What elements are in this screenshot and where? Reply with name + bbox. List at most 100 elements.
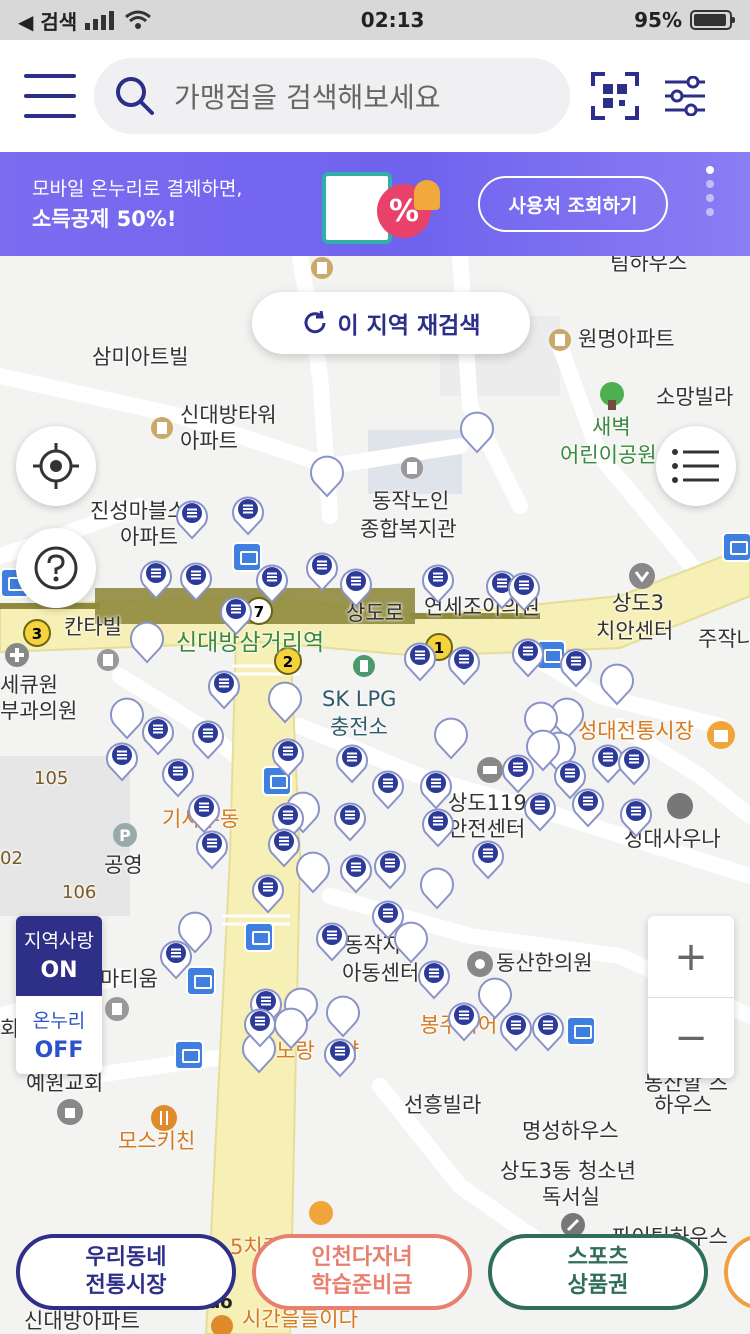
merchant-marker[interactable] <box>498 1008 534 1052</box>
map-label: 주작나 <box>698 627 750 651</box>
banner-pagination <box>706 166 714 216</box>
chip-sports-voucher[interactable]: 스포츠 상품권 <box>488 1234 708 1310</box>
onnuri-off[interactable]: 온누리 OFF <box>16 996 102 1074</box>
merchant-marker[interactable] <box>254 560 290 604</box>
merchant-marker[interactable] <box>140 712 176 756</box>
rescan-area-button[interactable]: 이 지역 재검색 <box>252 292 530 354</box>
merchant-marker[interactable] <box>402 638 438 682</box>
merchant-marker[interactable] <box>370 766 406 810</box>
merchant-marker[interactable] <box>338 564 374 608</box>
list-view-button[interactable] <box>656 426 736 506</box>
merchant-marker[interactable] <box>618 794 654 838</box>
map-label: 하우스 <box>654 1093 712 1117</box>
building-icon <box>151 417 173 439</box>
map-marker-empty[interactable] <box>128 618 166 664</box>
merchant-marker[interactable] <box>206 666 242 710</box>
filter-settings-icon[interactable] <box>660 71 710 121</box>
merchant-marker[interactable] <box>218 592 254 636</box>
merchant-marker[interactable] <box>446 642 482 686</box>
merchant-marker[interactable] <box>270 734 306 778</box>
merchant-marker[interactable] <box>420 804 456 848</box>
map-label: 동작노인 <box>372 489 450 513</box>
merchant-marker[interactable] <box>158 936 194 980</box>
my-location-button[interactable] <box>16 426 96 506</box>
search-icon <box>116 77 154 115</box>
back-to-search[interactable]: ◀ 검색 <box>18 6 77 35</box>
svg-text:7: 7 <box>254 603 264 621</box>
merchant-marker[interactable] <box>370 896 406 940</box>
map-label: 상도3 <box>612 591 665 615</box>
merchant-marker[interactable] <box>138 556 174 600</box>
map-label: 명성하우스 <box>522 1119 619 1143</box>
gas-station-icon <box>353 655 375 677</box>
building-icon <box>105 997 129 1021</box>
merchant-marker[interactable] <box>194 826 230 870</box>
map-marker-empty[interactable] <box>432 714 470 760</box>
merchant-marker[interactable] <box>322 1034 358 1078</box>
merchant-marker[interactable] <box>338 850 374 894</box>
merchant-marker[interactable] <box>104 738 140 782</box>
merchant-marker[interactable] <box>230 492 266 536</box>
qr-scan-icon[interactable] <box>590 71 640 121</box>
hamburger-menu-icon[interactable] <box>24 74 76 118</box>
merchant-marker[interactable] <box>416 956 452 1000</box>
merchant-marker[interactable] <box>304 548 340 592</box>
restaurant-icon <box>211 1315 233 1334</box>
currency-toggle[interactable]: 지역사랑 ON 온누리 OFF <box>16 916 102 1074</box>
merchant-marker[interactable] <box>314 918 350 962</box>
map-label: 02 <box>0 848 23 869</box>
merchant-marker[interactable] <box>570 784 606 828</box>
help-button[interactable] <box>16 528 96 608</box>
merchant-marker[interactable] <box>242 1004 278 1048</box>
zoom-in-button[interactable]: + <box>648 916 734 997</box>
merchant-marker[interactable] <box>522 788 558 832</box>
rescan-label: 이 지역 재검색 <box>337 313 481 339</box>
toggle-on-state: ON <box>40 958 78 983</box>
map-marker-empty[interactable] <box>418 864 456 910</box>
chip-incheon-school-fund[interactable]: 인천다자녀 학습준비금 <box>252 1234 472 1310</box>
merchant-marker[interactable] <box>174 496 210 540</box>
status-bar: ◀ 검색 02:13 95% <box>0 0 750 40</box>
map-marker-empty[interactable] <box>324 992 362 1038</box>
merchant-marker[interactable] <box>266 824 302 868</box>
map-marker-empty[interactable] <box>266 678 304 724</box>
svg-text:3: 3 <box>32 625 42 643</box>
merchant-marker[interactable] <box>446 998 482 1042</box>
merchant-marker[interactable] <box>250 870 286 914</box>
building-icon <box>549 329 571 351</box>
map-view[interactable]: 3 1 2 7 팀하우스 원명아파트 삼미아트빌 소망빌라 새벽 어린이공원 신… <box>0 256 750 1334</box>
toggle-off-state: OFF <box>34 1038 84 1063</box>
market-icon <box>707 721 735 749</box>
map-marker-empty[interactable] <box>458 408 496 454</box>
merchant-marker[interactable] <box>558 644 594 688</box>
map-marker-empty[interactable] <box>308 452 346 498</box>
search-input[interactable]: 가맹점을 검색해보세요 <box>94 58 570 134</box>
chip-label: 학습준비금 <box>311 1273 413 1298</box>
merchant-marker[interactable] <box>616 742 652 786</box>
merchant-marker[interactable] <box>420 560 456 604</box>
merchant-marker[interactable] <box>372 846 408 890</box>
promo-banner[interactable]: 모바일 온누리로 결제하면, 소득공제 50%! % 사용처 조회하기 <box>0 152 750 256</box>
convenience-icon <box>309 1201 333 1225</box>
merchant-marker[interactable] <box>506 568 542 612</box>
bus-stop-icon <box>566 1016 596 1046</box>
signal-icon <box>85 11 115 30</box>
merchant-marker[interactable] <box>332 798 368 842</box>
merchant-marker[interactable] <box>530 1008 566 1052</box>
map-label: 어린이공원 <box>560 443 657 467</box>
map-label: 공영 <box>104 853 143 877</box>
map-label: 치안센터 <box>596 619 674 643</box>
merchant-marker[interactable] <box>470 836 506 880</box>
map-label: 선흥빌라 <box>404 1093 482 1117</box>
merchant-marker[interactable] <box>178 558 214 602</box>
map-label: 독서실 <box>542 1185 600 1209</box>
local-currency-on[interactable]: 지역사랑 ON <box>16 916 102 996</box>
map-marker-empty[interactable] <box>598 660 636 706</box>
banner-line1: 모바일 온누리로 결제하면, <box>32 178 243 200</box>
find-stores-button[interactable]: 사용처 조회하기 <box>478 176 668 232</box>
zoom-out-button[interactable]: − <box>648 997 734 1078</box>
map-label: 원명아파트 <box>578 327 675 351</box>
merchant-marker[interactable] <box>510 634 546 678</box>
merchant-marker[interactable] <box>334 740 370 784</box>
chip-traditional-market[interactable]: 우리동네 전통시장 <box>16 1234 236 1310</box>
